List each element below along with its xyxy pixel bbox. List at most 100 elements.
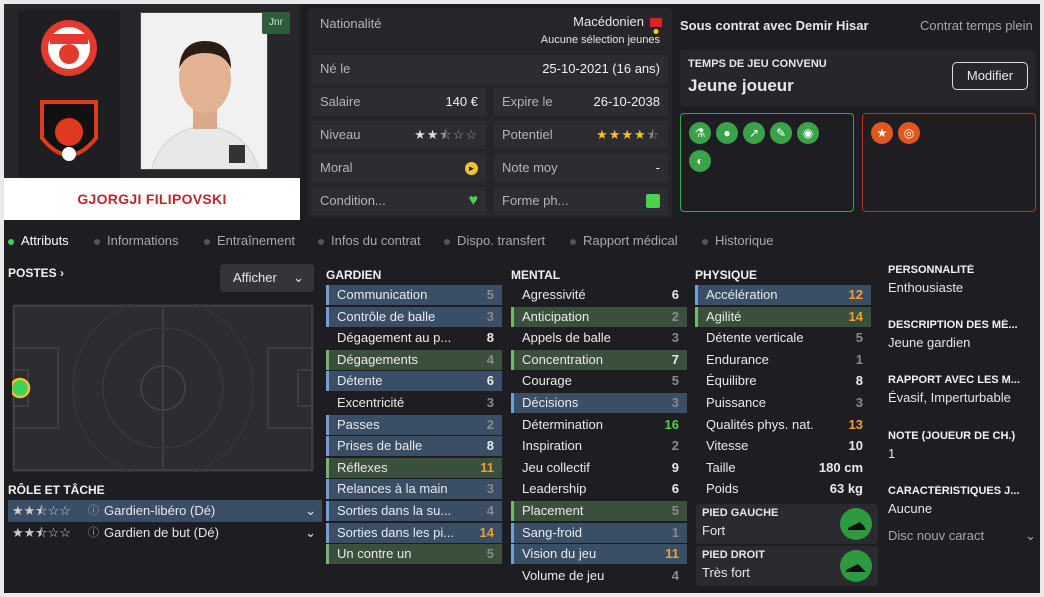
footprint-icon[interactable]: ◉	[797, 122, 819, 144]
attribute-value: 4	[486, 351, 494, 367]
attribute-row[interactable]: Détermination 16	[511, 415, 687, 435]
attribute-row[interactable]: Excentricité 3	[326, 393, 502, 413]
attribute-name: Vitesse	[706, 438, 749, 454]
attribute-row[interactable]: Agressivité 6	[511, 285, 687, 305]
target-icon[interactable]: ◎	[898, 122, 920, 144]
attribute-value: 9	[671, 459, 679, 475]
attribute-name: Sorties dans les pi...	[337, 524, 455, 540]
role-row-1[interactable]: ★★⯪☆☆ ⓘ Gardien-libéro (Dé) ⌄	[8, 500, 322, 522]
attribute-row[interactable]: Décisions 3	[511, 393, 687, 413]
flask-icon[interactable]: ⚗	[689, 122, 711, 144]
timer-icon[interactable]: ◐	[689, 150, 711, 172]
attribute-row[interactable]: Jeu collectif 9	[511, 458, 687, 478]
head-icon[interactable]: ●	[716, 122, 738, 144]
attribute-value: 2	[671, 308, 679, 324]
attribute-value: 8	[855, 373, 863, 389]
attribute-row[interactable]: Volume de jeu 4	[511, 566, 687, 586]
star-icon[interactable]: ★	[871, 122, 893, 144]
chevron-down-icon: ⌄	[293, 270, 304, 285]
attribute-row[interactable]: Dégagements 4	[326, 349, 502, 370]
attribute-name: Accélération	[706, 287, 778, 302]
attribute-row[interactable]: Vision du jeu 11	[511, 544, 687, 565]
attribute-row[interactable]: Leadership 6	[511, 479, 687, 499]
attribute-value: 3	[855, 395, 863, 410]
attribute-row[interactable]: Dégagement au p... 8	[326, 328, 502, 348]
attribute-row[interactable]: Passes 2	[326, 414, 502, 435]
attribute-row[interactable]: Relances à la main 3	[326, 479, 502, 500]
tab-history[interactable]: Historique	[702, 230, 774, 252]
attribute-name: Un contre un	[337, 546, 412, 562]
attribute-row[interactable]: Réflexes 11	[326, 457, 502, 478]
attribute-value: 5	[671, 503, 679, 518]
boot-icon[interactable]: ✎	[770, 122, 792, 144]
attribute-row[interactable]: Anticipation 2	[511, 306, 687, 327]
tab-bar: Attributs Informations Entraînement Info…	[4, 230, 1040, 252]
caps-value: Aucune sélection jeunes	[540, 34, 660, 46]
attribute-row[interactable]: Un contre un 5	[326, 544, 502, 565]
expires-row: Expire le 26-10-2038	[494, 88, 668, 116]
attribute-name: Dégagement au p...	[337, 330, 452, 346]
attribute-row[interactable]: Poids 63 kg	[695, 479, 871, 499]
attribute-row[interactable]: Endurance 1	[695, 350, 871, 370]
attribute-value: 13	[848, 416, 863, 432]
player-info-panel: Nationalité Macédonien Aucune sélection …	[308, 8, 672, 218]
attribute-value: 3	[671, 395, 679, 410]
attribute-name: Équilibre	[706, 373, 757, 389]
attribute-name: Agilité	[706, 308, 742, 324]
tab-transfer[interactable]: Dispo. transfert	[444, 230, 545, 252]
attribute-value: 5	[855, 330, 863, 346]
attribute-row[interactable]: Détente verticale 5	[695, 328, 871, 348]
trend-icon[interactable]: ↗	[743, 122, 765, 144]
tab-contract[interactable]: Infos du contrat	[318, 230, 421, 252]
attribute-name: Détermination	[522, 416, 603, 432]
attribute-row[interactable]: Sorties dans les pi... 14	[326, 522, 502, 543]
attribute-row[interactable]: Sang-froid 1	[511, 522, 687, 543]
contract-type: Contrat temps plein	[920, 18, 1033, 33]
attribute-row[interactable]: Concentration 7	[511, 349, 687, 370]
form-icon	[646, 194, 660, 208]
attribute-row[interactable]: Qualités phys. nat. 13	[695, 415, 871, 435]
attribute-value: 4	[486, 503, 494, 518]
media-relations: RAPPORT AVEC LES M... Évasif, Imperturbab…	[888, 374, 1021, 405]
avg-row: Note moy -	[494, 154, 668, 182]
tab-information[interactable]: Informations	[94, 230, 179, 252]
positions-title[interactable]: POSTES ›	[8, 266, 64, 280]
info-icon: ⓘ	[88, 527, 99, 539]
attribute-value: 7	[671, 351, 679, 367]
attribute-row[interactable]: Communication 5	[326, 285, 502, 305]
position-marker-gk[interactable]	[9, 377, 31, 399]
attribute-row[interactable]: Contrôle de balle 3	[326, 306, 502, 327]
attribute-name: Sang-froid	[522, 524, 582, 540]
tab-attributes[interactable]: Attributs	[8, 230, 69, 252]
junior-badge: Jnr	[262, 12, 290, 34]
pitch-map	[9, 297, 314, 479]
attribute-value: 6	[486, 373, 494, 389]
tab-medical[interactable]: Rapport médical	[570, 230, 678, 252]
form-row: Forme ph...	[494, 187, 668, 215]
tab-training[interactable]: Entraînement	[204, 230, 295, 252]
attribute-row[interactable]: Détente 6	[326, 371, 502, 392]
attribute-row[interactable]: Sorties dans la su... 4	[326, 501, 502, 521]
mental-title: MENTAL	[511, 268, 561, 282]
attribute-name: Courage	[522, 373, 572, 389]
attribute-row[interactable]: Placement 5	[511, 501, 687, 521]
attribute-row[interactable]: Accélération 12	[695, 285, 871, 305]
attribute-row[interactable]: Inspiration 2	[511, 436, 687, 456]
attribute-value: 11	[480, 459, 494, 475]
attribute-name: Qualités phys. nat.	[706, 416, 814, 432]
attribute-row[interactable]: Agilité 14	[695, 306, 871, 327]
attribute-row[interactable]: Courage 5	[511, 371, 687, 391]
discuss-traits[interactable]: Disc nouv caract ⌄	[888, 528, 1038, 543]
show-dropdown[interactable]: Afficher ⌄	[220, 264, 314, 292]
roles-title: RÔLE ET TÂCHE	[8, 483, 105, 497]
attribute-row[interactable]: Équilibre 8	[695, 371, 871, 391]
potential-stars: ★★★★⯪	[596, 127, 660, 142]
attribute-name: Contrôle de balle	[337, 308, 436, 324]
attribute-row[interactable]: Appels de balle 3	[511, 328, 687, 348]
role-row-2[interactable]: ★★⯪☆☆ ⓘ Gardien de but (Dé) ⌄	[8, 522, 322, 544]
attribute-row[interactable]: Taille 180 cm	[695, 458, 871, 478]
modify-button[interactable]: Modifier	[952, 62, 1028, 90]
attribute-row[interactable]: Vitesse 10	[695, 436, 871, 456]
attribute-row[interactable]: Prises de balle 8	[326, 436, 502, 457]
attribute-row[interactable]: Puissance 3	[695, 393, 871, 413]
